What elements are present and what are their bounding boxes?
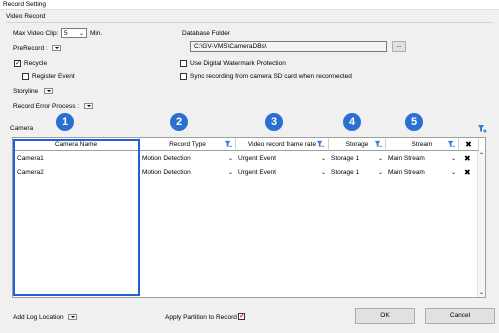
column-header-record-type[interactable]: Record Type — [140, 138, 236, 151]
watermark-label: Use Digital Watermark Protection — [190, 60, 286, 67]
window-title: Record Setting — [3, 1, 46, 8]
stream-cell[interactable]: Main Stream ⌄ — [386, 167, 459, 179]
max-clip-value: 5 — [64, 30, 68, 37]
badge-stream: 5 — [405, 113, 423, 131]
max-clip-select[interactable]: 5 ⌄ — [61, 28, 87, 38]
log-location-dropdown-button[interactable] — [68, 314, 77, 320]
chevron-down-icon: ⌄ — [320, 156, 326, 162]
storage-value: Storage 1 — [331, 169, 360, 176]
stream-value: Main Stream — [388, 169, 425, 176]
column-header-frame-rate-label: Video record frame rate — [247, 141, 317, 148]
badge-frame-rate: 3 — [265, 113, 283, 131]
frame-rate-cell[interactable]: Urgent Event ⌄ — [236, 153, 329, 165]
max-clip-label: Max Video Clip: — [13, 30, 59, 37]
chevron-down-icon: ⌄ — [450, 156, 456, 162]
scroll-down-icon[interactable]: ⌄ — [479, 289, 484, 296]
storage-cell[interactable]: Storage 1 ⌄ — [329, 153, 386, 165]
tools-icon: ✖ — [465, 140, 472, 149]
database-folder-path: C:\GV-VMS\CameraDBs\ — [194, 43, 267, 50]
register-event-checkbox[interactable] — [22, 73, 29, 80]
max-clip-unit: Min. — [90, 30, 103, 37]
frame-rate-value: Urgent Event — [238, 155, 276, 162]
apply-partition-checkbox[interactable]: ✓ — [238, 311, 246, 320]
recycle-label: Recycle — [24, 60, 48, 67]
filter-icon[interactable] — [447, 140, 456, 149]
chevron-down-icon: ⌄ — [377, 170, 383, 176]
log-location-label: Add Log Location — [13, 314, 64, 321]
prerecord-dropdown-button[interactable] — [52, 45, 61, 51]
recycle-checkbox[interactable] — [14, 59, 21, 67]
column-header-storage-label: Storage — [345, 141, 369, 148]
storyline-label: Storyline — [13, 88, 39, 95]
group-divider — [6, 22, 493, 23]
filter-icon[interactable] — [374, 140, 383, 149]
check-icon: ✓ — [239, 311, 246, 320]
apply-partition-label: Apply Partition to Record — [165, 314, 237, 321]
stream-value: Main Stream — [388, 155, 425, 162]
watermark-checkbox[interactable] — [180, 60, 187, 67]
record-error-dropdown-button[interactable] — [84, 103, 93, 109]
badge-camera-name: 1 — [56, 113, 74, 131]
record-type-cell[interactable]: Motion Detection ⌄ — [140, 153, 236, 165]
stream-cell[interactable]: Main Stream ⌄ — [386, 153, 459, 165]
tools-icon[interactable]: ✖ — [462, 167, 476, 179]
apply-all-icon[interactable] — [477, 124, 487, 134]
column-header-settings[interactable]: ✖ — [459, 138, 479, 151]
register-event-label: Register Event — [32, 73, 75, 80]
ok-button[interactable]: OK — [355, 308, 415, 324]
chevron-down-icon: ⌄ — [320, 170, 326, 176]
video-record-group-label: Video Record — [6, 13, 46, 20]
column-header-record-type-label: Record Type — [169, 141, 206, 148]
chevron-down-icon: ⌄ — [450, 170, 456, 176]
record-type-value: Motion Detection — [142, 169, 191, 176]
frame-rate-cell[interactable]: Urgent Event ⌄ — [236, 167, 329, 179]
chevron-down-icon: ⌄ — [377, 156, 383, 162]
cancel-button[interactable]: Cancel — [425, 308, 495, 324]
prerecord-label: PreRecord : — [13, 45, 48, 52]
sync-sd-label: Sync recording from camera SD card when … — [190, 73, 352, 80]
badge-record-type: 2 — [170, 113, 188, 131]
chevron-down-icon: ⌄ — [227, 156, 233, 162]
filter-icon[interactable] — [316, 140, 325, 149]
record-type-value: Motion Detection — [142, 155, 191, 162]
frame-rate-value: Urgent Event — [238, 169, 276, 176]
database-folder-label: Database Folder — [182, 30, 231, 37]
filter-icon[interactable] — [224, 140, 233, 149]
camera-name-highlight — [13, 139, 140, 296]
chevron-down-icon: ⌄ — [227, 170, 233, 176]
tools-icon[interactable]: ✖ — [462, 153, 476, 165]
browse-button[interactable]: ... — [392, 41, 406, 52]
record-error-label: Record Error Process : — [13, 103, 80, 110]
record-type-cell[interactable]: Motion Detection ⌄ — [140, 167, 236, 179]
vertical-scrollbar[interactable]: ⌃ ⌄ — [477, 151, 485, 297]
sync-sd-checkbox[interactable] — [180, 73, 187, 80]
storage-value: Storage 1 — [331, 155, 360, 162]
database-folder-input[interactable]: C:\GV-VMS\CameraDBs\ — [190, 41, 387, 52]
storyline-dropdown-button[interactable] — [44, 88, 53, 94]
storage-cell[interactable]: Storage 1 ⌄ — [329, 167, 386, 179]
scroll-up-icon[interactable]: ⌃ — [479, 152, 484, 159]
camera-section-label: Camera — [10, 125, 34, 132]
title-bar: Record Setting — [0, 0, 499, 10]
column-header-stream-label: Stream — [411, 141, 433, 148]
chevron-down-icon: ⌄ — [78, 31, 84, 37]
badge-storage: 4 — [343, 113, 361, 131]
